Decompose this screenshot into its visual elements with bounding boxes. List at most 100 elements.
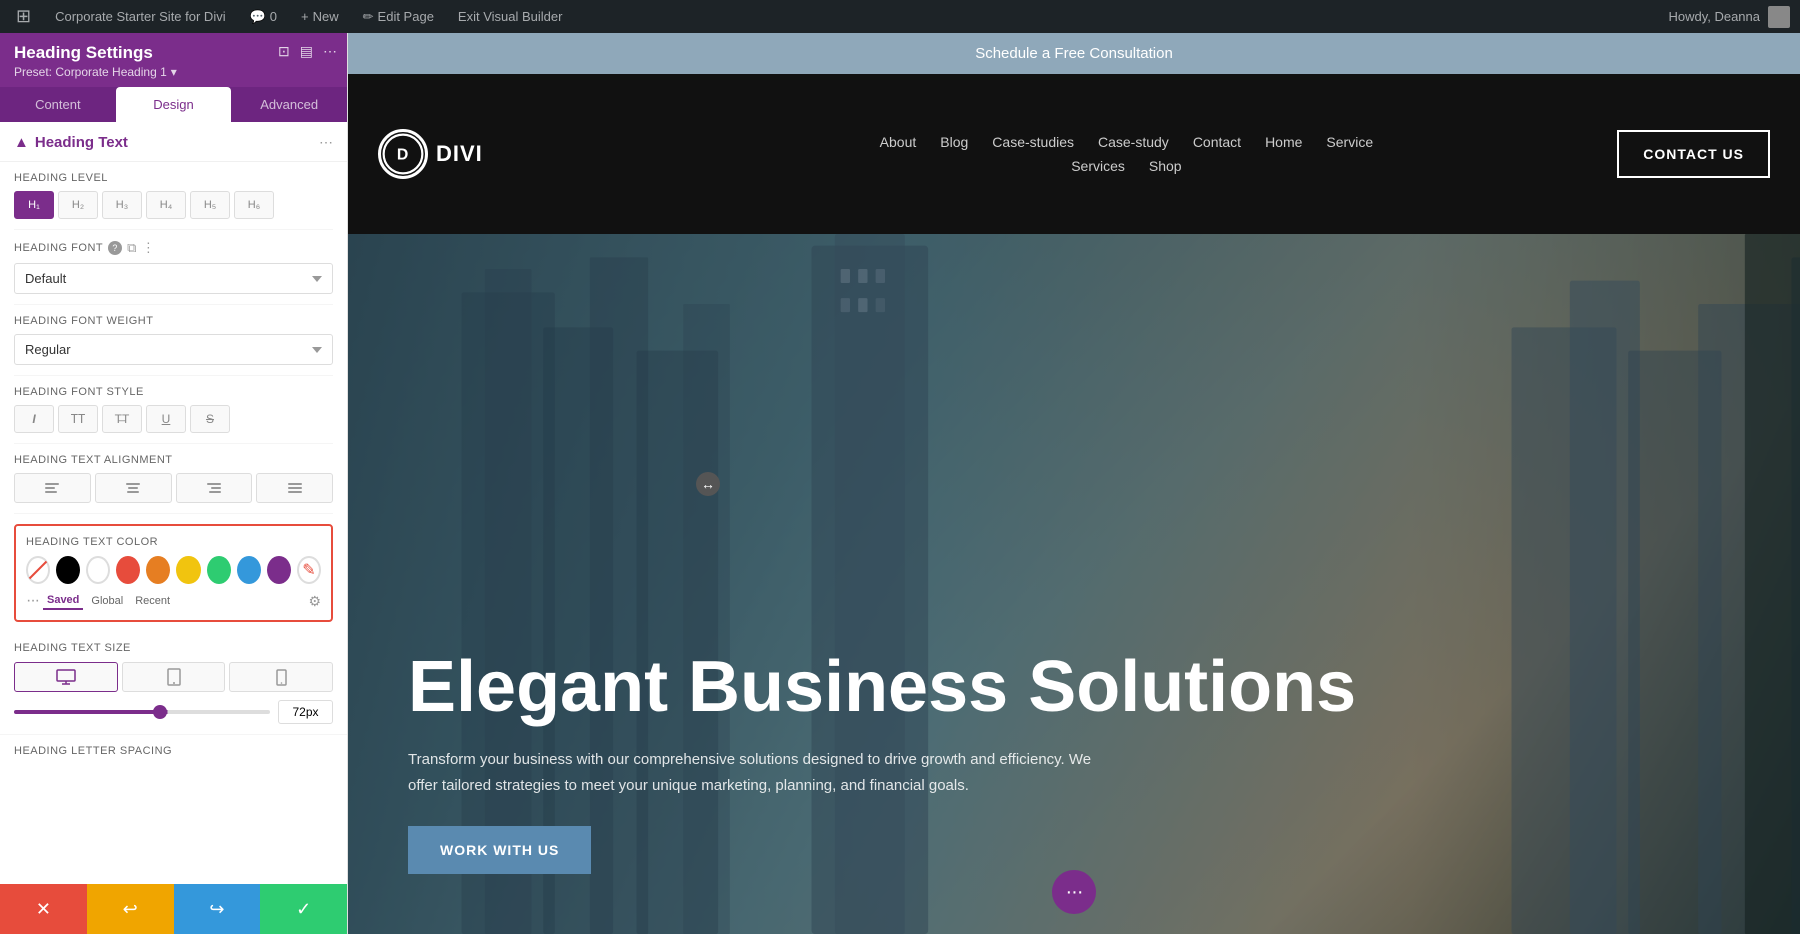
- nav-case-study[interactable]: Case-study: [1098, 134, 1169, 150]
- save-button[interactable]: ✓: [260, 884, 347, 934]
- exit-builder-item[interactable]: Exit Visual Builder: [452, 0, 569, 33]
- layout-icon[interactable]: ▤: [300, 43, 313, 60]
- undo-button[interactable]: ↩: [87, 884, 174, 934]
- nav-blog[interactable]: Blog: [940, 134, 968, 150]
- h1-btn[interactable]: H₁: [14, 191, 54, 219]
- nav-contact[interactable]: Contact: [1193, 134, 1241, 150]
- desktop-btn[interactable]: [14, 662, 118, 692]
- panel-header: Heading Settings Preset: Corporate Headi…: [0, 33, 347, 87]
- align-right-btn[interactable]: [176, 473, 253, 503]
- preview-area: ↔ Schedule a Free Consultation D DIVI Ab…: [348, 33, 1800, 934]
- color-swatch-green[interactable]: [207, 556, 231, 584]
- new-item[interactable]: + New: [295, 0, 345, 33]
- nav-row-2: Services Shop: [1071, 158, 1181, 174]
- h2-btn[interactable]: H₂: [58, 191, 98, 219]
- nav-case-studies[interactable]: Case-studies: [992, 134, 1074, 150]
- cancel-button[interactable]: ✕: [0, 884, 87, 934]
- text-size-slider[interactable]: [14, 710, 270, 714]
- panel-tabs: Content Design Advanced: [0, 87, 347, 122]
- section-more-icon[interactable]: ⋯: [319, 134, 333, 151]
- heading-align-label: Heading Text Alignment: [14, 454, 333, 466]
- comments-item[interactable]: 💬 0: [244, 0, 283, 33]
- color-swatch-blue[interactable]: [237, 556, 261, 584]
- more-button[interactable]: ···: [1052, 870, 1096, 914]
- font-more-icon[interactable]: ⋮: [142, 240, 156, 256]
- tab-design[interactable]: Design: [116, 87, 232, 122]
- contact-button[interactable]: CONTACT US: [1617, 130, 1770, 178]
- redo-button[interactable]: ↪: [174, 884, 261, 934]
- text-size-input[interactable]: 72px: [278, 700, 333, 724]
- logo-circle: D: [378, 129, 428, 179]
- color-swatch-orange[interactable]: [146, 556, 170, 584]
- preset-chevron-icon[interactable]: ▾: [171, 65, 177, 79]
- color-tab-saved[interactable]: Saved: [43, 592, 83, 610]
- h5-btn[interactable]: H₅: [190, 191, 230, 219]
- color-tab-dots[interactable]: ···: [26, 592, 39, 610]
- strikethrough-label-btn[interactable]: T̶T: [102, 405, 142, 433]
- slider-thumb: [153, 705, 167, 719]
- font-help-icon[interactable]: ?: [108, 241, 122, 255]
- color-swatch-black[interactable]: [56, 556, 80, 584]
- nav-shop[interactable]: Shop: [1149, 158, 1182, 174]
- settings-section: Heading Level H₁ H₂ H₃ H₄ H₅ H₆ Heading …: [0, 162, 347, 514]
- avatar: [1768, 6, 1790, 28]
- text-size-label: Heading Text Size: [14, 642, 333, 654]
- howdy-text: Howdy, Deanna: [1668, 9, 1760, 24]
- align-center-btn[interactable]: [95, 473, 172, 503]
- color-gear-icon[interactable]: ⚙: [308, 593, 321, 610]
- site-name[interactable]: Corporate Starter Site for Divi: [49, 0, 232, 33]
- tablet-btn[interactable]: [122, 662, 226, 692]
- font-select[interactable]: Default: [14, 263, 333, 294]
- collapse-icon[interactable]: ▲: [14, 134, 29, 151]
- nav-services[interactable]: Services: [1071, 158, 1125, 174]
- tablet-icon: [167, 668, 181, 686]
- align-buttons: [14, 473, 333, 503]
- font-copy-icon[interactable]: ⧉: [127, 240, 137, 256]
- color-section-label: Heading Text Color: [26, 536, 321, 548]
- pencil-icon: ✏: [363, 9, 374, 25]
- plus-icon: +: [301, 9, 309, 24]
- size-slider-row: 72px: [14, 700, 333, 724]
- align-right-icon: [207, 483, 221, 493]
- heading-level-label: Heading Level: [14, 172, 333, 184]
- tab-content[interactable]: Content: [0, 87, 116, 122]
- color-swatch-edit[interactable]: ✎: [297, 556, 321, 584]
- font-weight-select[interactable]: Regular: [14, 334, 333, 365]
- heading-style-label: Heading Font Style: [14, 386, 333, 398]
- tab-advanced[interactable]: Advanced: [231, 87, 347, 122]
- h4-btn[interactable]: H₄: [146, 191, 186, 219]
- h6-btn[interactable]: H₆: [234, 191, 274, 219]
- mobile-btn[interactable]: [229, 662, 333, 692]
- strikethrough-btn[interactable]: S: [190, 405, 230, 433]
- color-swatch-red[interactable]: [116, 556, 140, 584]
- heading-font-row: Heading Font ? ⧉ ⋮ Default: [14, 230, 333, 305]
- tt-btn[interactable]: TT: [58, 405, 98, 433]
- h3-btn[interactable]: H₃: [102, 191, 142, 219]
- color-swatch-none[interactable]: [26, 556, 50, 584]
- heading-weight-row: Heading Font Weight Regular: [14, 305, 333, 376]
- underline-btn[interactable]: U: [146, 405, 186, 433]
- color-tab-recent[interactable]: Recent: [131, 593, 174, 609]
- wp-logo[interactable]: ⊞: [10, 0, 37, 33]
- more-icon[interactable]: ⋯: [323, 43, 337, 60]
- nav-service[interactable]: Service: [1326, 134, 1373, 150]
- settings-icon[interactable]: ⊡: [278, 43, 290, 60]
- nav-home[interactable]: Home: [1265, 134, 1302, 150]
- nav-about[interactable]: About: [880, 134, 917, 150]
- edit-page-item[interactable]: ✏ Edit Page: [357, 0, 440, 33]
- italic-btn[interactable]: I: [14, 405, 54, 433]
- logo-svg: D: [381, 129, 425, 179]
- color-tabs: ··· Saved Global Recent ⚙: [26, 592, 321, 610]
- resize-handle[interactable]: ↔: [696, 472, 720, 496]
- color-swatch-white[interactable]: [86, 556, 110, 584]
- section-heading-icons: ⋯: [319, 134, 333, 151]
- site-logo: D DIVI: [378, 129, 483, 179]
- align-justify-btn[interactable]: [256, 473, 333, 503]
- align-left-btn[interactable]: [14, 473, 91, 503]
- hero-cta-button[interactable]: WORK WITH US: [408, 826, 591, 874]
- heading-levels: H₁ H₂ H₃ H₄ H₅ H₆: [14, 191, 333, 219]
- color-swatch-yellow[interactable]: [176, 556, 200, 584]
- color-tab-global[interactable]: Global: [87, 593, 127, 609]
- hero-desc: Transform your business with our compreh…: [408, 747, 1108, 798]
- color-swatch-purple[interactable]: [267, 556, 291, 584]
